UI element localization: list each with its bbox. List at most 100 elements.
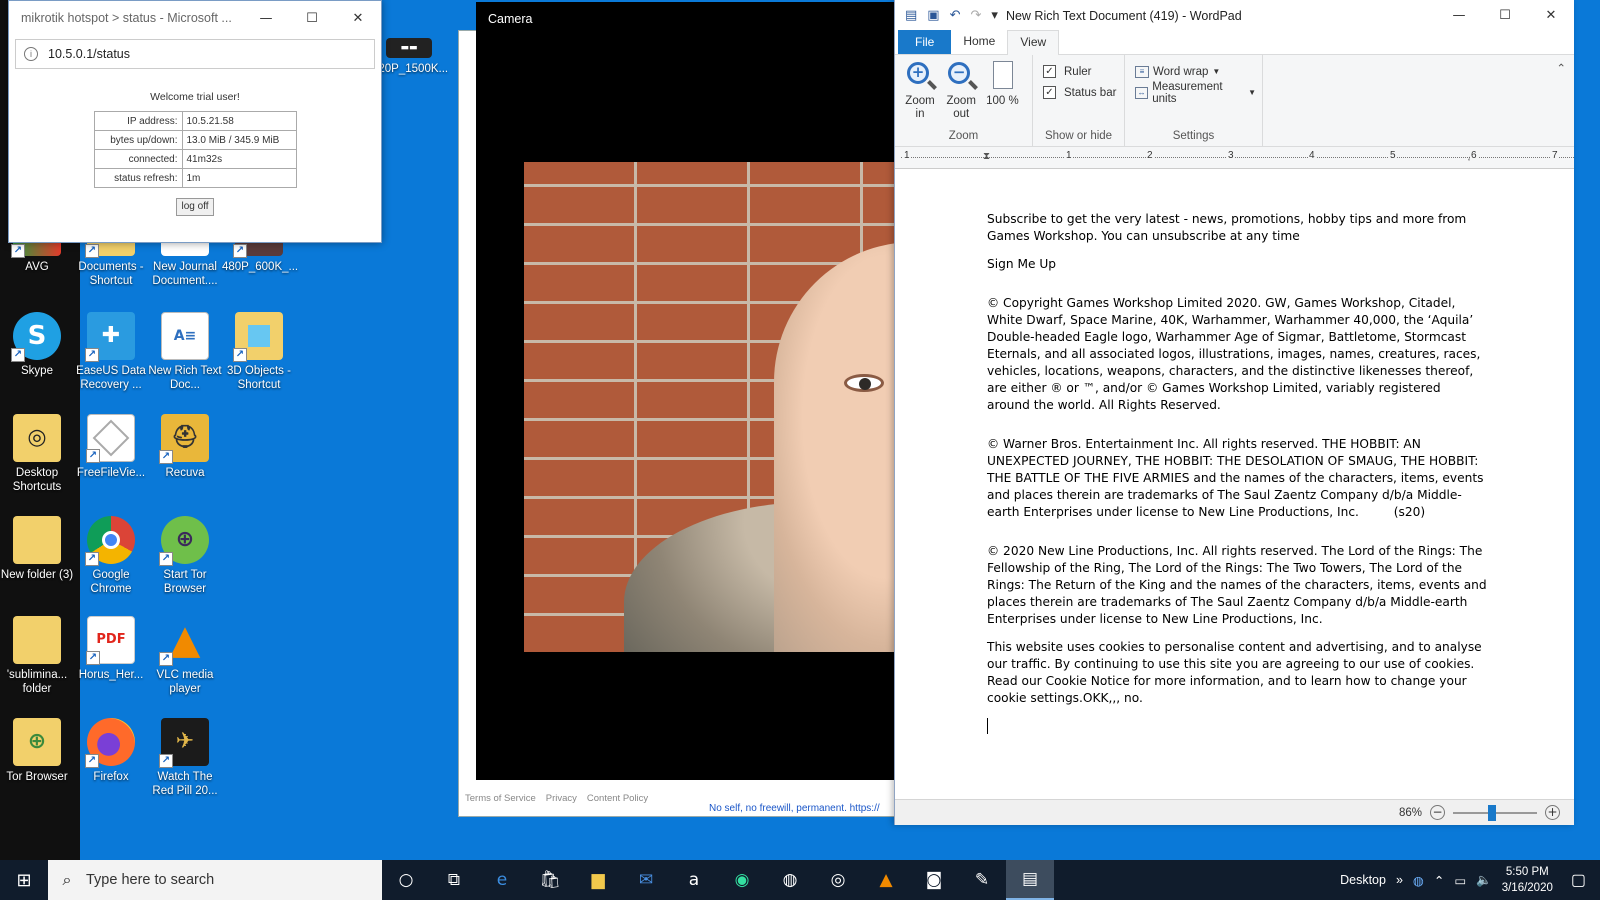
tor-browser-icon[interactable]: ⊕ Tor Browser (0, 718, 74, 784)
wordpad-app-icon[interactable]: ▤ (905, 8, 917, 23)
zoom-in-icon[interactable]: + (1545, 805, 1560, 820)
tab-file[interactable]: File (898, 30, 952, 54)
word-wrap-dropdown[interactable]: ≡ Word wrap ▼ (1131, 61, 1256, 82)
vlc-icon[interactable]: ▲ ↗ VLC media player (148, 616, 222, 696)
settings-group: ≡ Word wrap ▼ ↔ Measurement units ▼ Sett… (1125, 55, 1263, 146)
indent-marker-icon[interactable]: ⧗ (983, 151, 991, 163)
paint-icon[interactable]: ✎ (958, 860, 1006, 900)
hotspot-titlebar: mikrotik hotspot > status - Microsoft ..… (9, 1, 381, 35)
privacy-link[interactable]: Privacy (546, 793, 577, 804)
toolbar-expand-icon[interactable]: » (1396, 873, 1403, 887)
status-table: IP address: 10.5.21.58 bytes up/down: 13.0… (93, 111, 297, 188)
tab-home[interactable]: Home (951, 30, 1007, 54)
camera-title: Camera (488, 12, 533, 26)
zoom-100-button[interactable]: 100 % (983, 61, 1021, 108)
zoom-slider[interactable] (1453, 804, 1537, 821)
freefileviewer-icon[interactable]: ↗ FreeFileVie... (74, 414, 148, 480)
recuva-icon[interactable]: ⛑ ↗ Recuva (148, 414, 222, 480)
rich-text-doc-icon[interactable]: A≡ New Rich Text Doc... (148, 312, 222, 392)
info-icon[interactable]: i (24, 47, 38, 61)
status-key: status refresh: (93, 168, 183, 188)
status-bar-checkbox[interactable]: ✓ Status bar (1039, 82, 1118, 103)
close-icon[interactable]: ✕ (1528, 0, 1574, 33)
page-icon (993, 61, 1014, 89)
task-view-icon[interactable]: ⧉ (430, 860, 478, 900)
video-720p-icon[interactable]: ▬▬ 720P_1500K... (372, 38, 448, 76)
file-explorer-icon[interactable]: ▆ (574, 860, 622, 900)
log-off-button[interactable]: log off (176, 198, 214, 216)
zoom-group-label: Zoom (948, 130, 979, 142)
wordpad-status-bar: 86% − + (895, 799, 1574, 825)
cortana-icon[interactable]: ○ (382, 860, 430, 900)
easeus-icon[interactable]: ✚ ↗ EaseUS Data Recovery ... (74, 312, 148, 392)
customize-qat-icon[interactable]: ▾ (991, 8, 998, 23)
word-wrap-icon: ≡ (1135, 65, 1149, 78)
tripadvisor-icon[interactable]: ◉ (718, 860, 766, 900)
new-folder-icon[interactable]: New folder (3) (0, 516, 74, 582)
minimize-icon[interactable]: — (243, 1, 289, 35)
zoom-out-icon[interactable]: − (1430, 805, 1445, 820)
search-box[interactable]: ⌕ Type here to search (48, 860, 382, 900)
subliminal-folder-icon[interactable]: 'sublimina... folder (0, 616, 74, 696)
doc-paragraph: Subscribe to get the very latest - news,… (987, 212, 1471, 243)
show-hidden-icons-icon[interactable]: ⌃ (1434, 873, 1444, 888)
undo-icon[interactable]: ↶ (950, 8, 961, 23)
zoom-out-button[interactable]: − Zoom out (942, 61, 980, 121)
camera-app-icon[interactable]: ◍ (766, 860, 814, 900)
close-icon[interactable]: ✕ (335, 1, 381, 35)
ruler[interactable]: 1 ⧗ 1 2 3 4 5 △ 6 7 (895, 147, 1574, 169)
hotspot-window-title: mikrotik hotspot > status - Microsoft ..… (21, 11, 232, 25)
desktop-shortcuts-icon[interactable]: ◎ Desktop Shortcuts (0, 414, 74, 494)
measurement-units-dropdown[interactable]: ↔ Measurement units ▼ (1131, 81, 1256, 105)
3d-objects-icon[interactable]: ↗ 3D Objects - Shortcut (222, 312, 296, 392)
redo-icon[interactable]: ↷ (971, 8, 982, 23)
amazon-icon[interactable]: a (670, 860, 718, 900)
camera-feed (524, 162, 900, 652)
status-link[interactable]: No self, no freewill, permanent. https:/… (709, 803, 880, 814)
terms-link[interactable]: Terms of Service (465, 793, 536, 804)
start-button[interactable]: ⊞ (0, 860, 48, 900)
notifications-icon[interactable]: ▢ (1563, 870, 1594, 890)
save-icon[interactable]: ▣ (927, 8, 939, 23)
volume-icon[interactable]: 🔈 (1476, 873, 1492, 888)
red-pill-video-icon[interactable]: ✈ ↗ Watch The Red Pill 20... (148, 718, 222, 798)
zoom-slider-thumb[interactable] (1488, 804, 1496, 821)
ruler-checkbox[interactable]: ✓ Ruler (1039, 61, 1118, 82)
skype-icon[interactable]: S ↗ Skype (0, 312, 74, 378)
minimize-icon[interactable]: — (1436, 0, 1482, 33)
document-body[interactable]: Subscribe to get the very latest - news,… (987, 211, 1487, 734)
table-row: IP address: 10.5.21.58 (93, 111, 297, 131)
ruler-number: 5 (1389, 150, 1397, 161)
mail-icon[interactable]: ✉ (622, 860, 670, 900)
zoom-level: 86% (1398, 806, 1422, 819)
check-icon: ✓ (1043, 86, 1056, 99)
wordpad-taskbar-icon[interactable]: ▤ (1006, 860, 1054, 900)
clock[interactable]: 5:50 PM 3/16/2020 (1502, 864, 1553, 896)
vlc-taskbar-icon[interactable]: ▲ (862, 860, 910, 900)
system-tray: Desktop » ◍ ⌃ ▭ 🔈 5:50 PM 3/16/2020 ▢ (1340, 860, 1600, 900)
taskbar: ⊞ ⌕ Type here to search ○ ⧉ e 🛍 ▆ ✉ a ◉ … (0, 860, 1600, 900)
address-bar[interactable]: i 10.5.0.1/status (15, 39, 375, 69)
search-icon: ⌕ (62, 870, 72, 889)
collapse-ribbon-icon[interactable]: ⌃ (1548, 55, 1574, 146)
store-icon[interactable]: 🛍 (526, 860, 574, 900)
status-value: 1m (181, 168, 297, 188)
content-policy-link[interactable]: Content Policy (587, 793, 648, 804)
ruler-number: 3 (1227, 150, 1235, 161)
edge-icon[interactable]: e (478, 860, 526, 900)
pdf-icon[interactable]: PDF ↗ Horus_Her... (74, 616, 148, 682)
desktop-toolbar-label[interactable]: Desktop (1340, 873, 1386, 887)
tab-view[interactable]: View (1007, 30, 1060, 55)
camera-taskbar-icon[interactable]: ◙ (910, 860, 958, 900)
start-tor-icon[interactable]: ⊕ ↗ Start Tor Browser (148, 516, 222, 596)
chrome-icon[interactable]: ↗ Google Chrome (74, 516, 148, 596)
firefox-icon[interactable]: ↗ Firefox (74, 718, 148, 784)
webcam-app-icon[interactable]: ◎ (814, 860, 862, 900)
battery-icon[interactable]: ▭ (1454, 873, 1466, 888)
maximize-icon[interactable]: ☐ (289, 1, 335, 35)
zoom-in-button[interactable]: + Zoom in (901, 61, 939, 121)
maximize-icon[interactable]: ☐ (1482, 0, 1528, 33)
doc-paragraph: © 2020 New Line Productions, Inc. All ri… (987, 544, 1491, 626)
doc-paragraph: © Warner Bros. Entertainment Inc. All ri… (987, 437, 1488, 519)
network-globe-icon[interactable]: ◍ (1413, 873, 1424, 888)
